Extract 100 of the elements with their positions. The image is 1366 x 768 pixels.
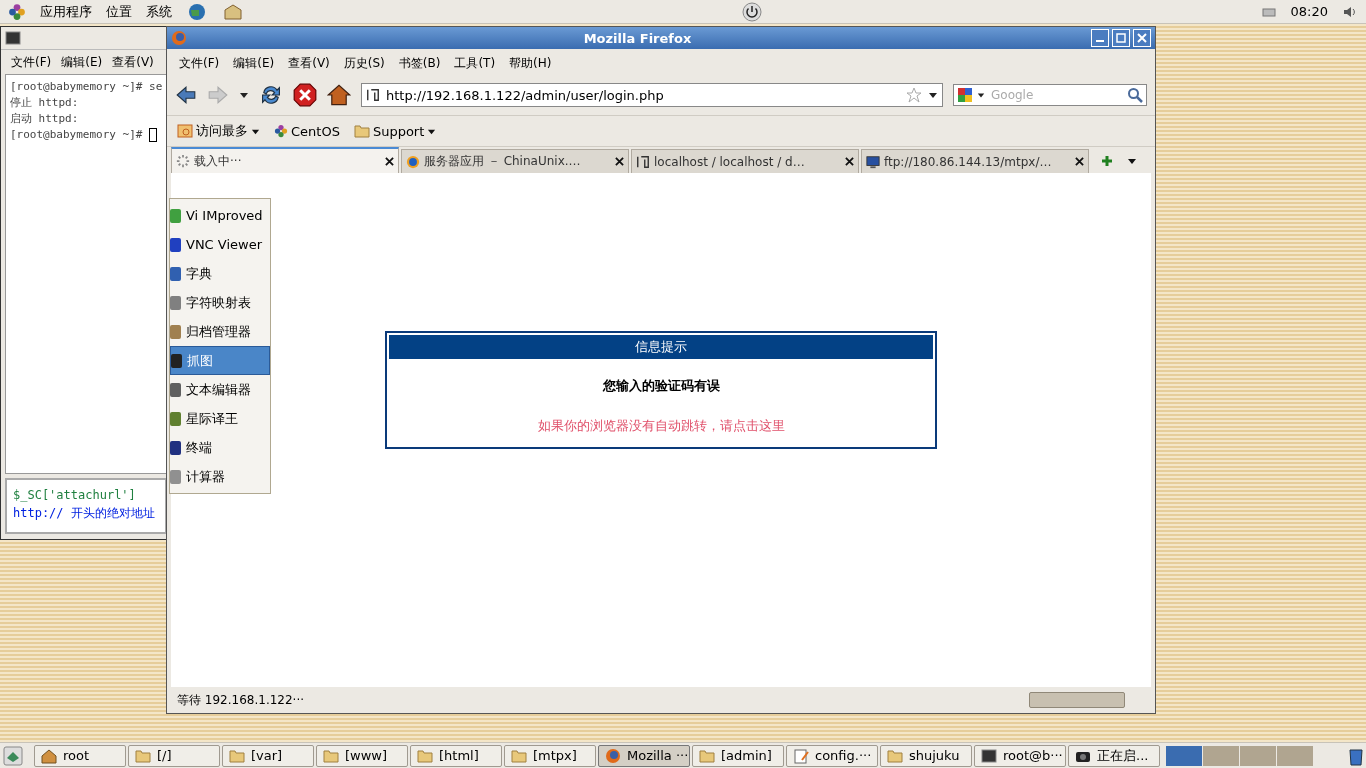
browser-tab[interactable]: localhost / localhost / d… (631, 149, 859, 173)
bookmark-item[interactable]: CentOS (274, 123, 340, 139)
app-icon (170, 294, 182, 311)
folder-icon (887, 747, 903, 764)
taskbar-button[interactable]: 正在启... (1068, 744, 1160, 767)
taskbar-button[interactable]: [var] (222, 744, 314, 767)
menu-item[interactable]: 计算器 (170, 462, 270, 491)
close-button[interactable] (1133, 29, 1151, 47)
menu-item[interactable]: 字符映射表 (170, 288, 270, 317)
workspace-switcher[interactable] (1166, 745, 1313, 766)
bracket-logo-icon (366, 87, 380, 103)
minimize-button[interactable] (1091, 29, 1109, 47)
star-icon[interactable] (906, 87, 922, 103)
monitor-icon (866, 154, 880, 169)
folder-icon (323, 747, 339, 764)
menu-item[interactable]: 工具(T) (454, 54, 496, 72)
folder-icon (417, 747, 433, 764)
close-icon[interactable] (1075, 157, 1084, 166)
bracket-logo-icon (636, 153, 650, 170)
menu-item[interactable]: 历史(S) (343, 54, 385, 72)
house-icon (41, 747, 57, 764)
menu-item[interactable]: 查看(V) (112, 53, 154, 71)
terminal-line: [root@babymemory ~]# se (10, 79, 163, 95)
taskbar-button[interactable]: [html] (410, 744, 502, 767)
address-field[interactable]: http://192.168.1.122/admin/user/login.php (361, 83, 943, 107)
close-icon[interactable] (845, 157, 854, 166)
stop-icon[interactable] (293, 83, 317, 107)
bookmark-item[interactable]: Support (353, 123, 437, 139)
show-desktop-icon[interactable] (2, 745, 24, 766)
clock[interactable]: 08:20 (1290, 4, 1328, 19)
error-message: 您输入的验证码有误 (601, 377, 721, 395)
terminal-icon (981, 747, 997, 764)
menu-item[interactable]: 文本编辑器 (170, 375, 270, 404)
app-icon (171, 352, 183, 369)
panel-menu[interactable]: 应用程序 (40, 2, 92, 21)
app-icon (170, 323, 182, 340)
terminal-line: 停止 httpd: (10, 95, 79, 111)
search-field[interactable]: Google (953, 84, 1147, 106)
menu-item[interactable]: 终端 (170, 433, 270, 462)
menu-item[interactable]: 星际译王 (170, 404, 270, 433)
taskbar-button[interactable]: shujuku (880, 744, 972, 767)
flower-logo-icon (274, 124, 288, 138)
dropdown-caret-icon[interactable] (239, 90, 249, 100)
search-icon[interactable] (1127, 87, 1143, 103)
loading-spinner-icon (176, 154, 190, 168)
panel-menu[interactable]: 系统 (146, 2, 172, 21)
code-line: $_SC['attachurl'] (13, 487, 137, 504)
taskbar-button[interactable]: root@b··· (974, 744, 1066, 767)
menu-item[interactable]: 文件(F) (11, 53, 52, 71)
close-icon[interactable] (615, 157, 624, 166)
app-icon (170, 207, 182, 224)
taskbar-button[interactable]: config.··· (786, 744, 878, 767)
menu-item[interactable]: 编辑(E) (233, 54, 275, 72)
plus-icon[interactable] (1101, 155, 1113, 167)
message-title: 信息提示 (389, 335, 933, 359)
taskbar-button[interactable]: root (34, 744, 126, 767)
bookmark-item[interactable]: 访问最多 (177, 122, 260, 140)
taskbar-button[interactable]: [admin] (692, 744, 784, 767)
menu-item[interactable]: 编辑(E) (61, 53, 103, 71)
menu-item[interactable]: 书签(B) (398, 54, 441, 72)
maximize-icon[interactable] (1116, 33, 1126, 43)
menu-item[interactable]: 帮助(H) (509, 54, 552, 72)
menu-item[interactable]: 字典 (170, 259, 270, 288)
home-icon[interactable] (327, 83, 351, 107)
app-icon (170, 265, 182, 282)
browser-tab[interactable]: 服务器应用 － ChinaUnix.… (401, 149, 629, 173)
redirect-link[interactable]: 如果你的浏览器没有自动跳转，请点击这里 (537, 417, 785, 435)
menu-item[interactable]: 文件(F) (179, 54, 220, 72)
power-icon[interactable] (742, 1, 763, 22)
menu-item[interactable]: Vi IMproved (170, 201, 270, 230)
taskbar-button[interactable]: [www] (316, 744, 408, 767)
menu-item[interactable]: VNC Viewer (170, 230, 270, 259)
search-engine-logo-icon[interactable] (957, 87, 973, 103)
taskbar-button[interactable]: [mtpx] (504, 744, 596, 767)
menu-item[interactable]: 抓图 (170, 346, 270, 375)
app-icon (170, 410, 182, 427)
taskbar-button[interactable]: Mozilla ··· (598, 744, 690, 767)
close-icon[interactable] (385, 156, 394, 166)
reload-icon[interactable] (259, 83, 283, 107)
flower-logo-icon[interactable] (8, 2, 26, 21)
browser-tab[interactable]: 载入中··· (171, 147, 399, 173)
window-title: Mozilla Firefox (582, 30, 693, 46)
folder-icon (353, 123, 370, 139)
dropdown-caret-icon[interactable] (977, 91, 985, 99)
browser-tab[interactable]: ftp://180.86.144.13/mtpx/… (861, 149, 1089, 173)
app-icon (170, 236, 182, 253)
back-arrow-icon[interactable] (175, 84, 197, 106)
taskbar-button[interactable]: [/] (128, 744, 220, 767)
menu-item[interactable]: 查看(V) (288, 54, 330, 72)
dropdown-caret-icon[interactable] (1127, 156, 1137, 166)
panel-menu[interactable]: 位置 (106, 2, 132, 21)
site-icon (406, 154, 420, 169)
maximize-button[interactable] (1112, 29, 1130, 47)
app-icon (170, 468, 182, 485)
terminal-line: [root@babymemory ~]# (10, 127, 144, 143)
text-cursor (149, 128, 158, 142)
dropdown-caret-icon[interactable] (928, 90, 938, 100)
app-icon (170, 439, 182, 456)
menu-item[interactable]: 归档管理器 (170, 317, 270, 346)
terminal-line: 启动 httpd: (10, 111, 79, 127)
